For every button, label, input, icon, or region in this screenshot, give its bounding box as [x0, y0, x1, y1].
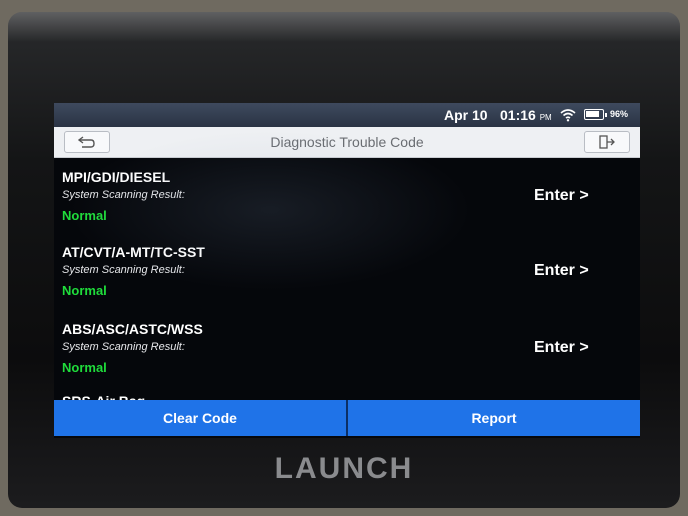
system-row-mpi[interactable]: MPI/GDI/DIESEL System Scanning Result: N…	[54, 157, 640, 232]
battery-fill	[586, 111, 599, 117]
clear-code-button[interactable]: Clear Code	[54, 400, 346, 436]
enter-button[interactable]: Enter >	[534, 262, 589, 280]
system-name: MPI/GDI/DIESEL	[62, 169, 171, 185]
system-row-abs[interactable]: ABS/ASC/ASTC/WSS System Scanning Result:…	[54, 309, 640, 384]
status-date: Apr 10	[444, 107, 488, 123]
enter-button[interactable]: Enter >	[534, 339, 589, 357]
battery-icon	[584, 109, 607, 120]
system-scan-label: System Scanning Result:	[62, 189, 185, 201]
enter-button[interactable]: Enter >	[534, 187, 589, 205]
title-bar: Diagnostic Trouble Code	[54, 127, 640, 158]
report-button[interactable]: Report	[348, 400, 640, 436]
bezel-shine	[8, 12, 680, 42]
exit-icon	[599, 135, 615, 149]
system-list[interactable]: MPI/GDI/DIESEL System Scanning Result: N…	[54, 157, 640, 404]
system-row-at[interactable]: AT/CVT/A-MT/TC-SST System Scanning Resul…	[54, 232, 640, 307]
status-bar: Apr 10 01:16 PM 96%	[54, 103, 640, 127]
page-title: Diagnostic Trouble Code	[270, 134, 424, 150]
exit-button[interactable]	[584, 131, 630, 153]
status-time: 01:16 PM	[500, 107, 552, 123]
system-name: ABS/ASC/ASTC/WSS	[62, 321, 203, 337]
system-status: Normal	[62, 283, 107, 298]
wifi-icon	[560, 109, 576, 122]
system-scan-label: System Scanning Result:	[62, 341, 185, 353]
device-brand-logo: LAUNCH	[274, 452, 414, 485]
system-status: Normal	[62, 208, 107, 223]
system-name: AT/CVT/A-MT/TC-SST	[62, 244, 205, 260]
system-status: Normal	[62, 360, 107, 375]
system-scan-label: System Scanning Result:	[62, 264, 185, 276]
bottom-action-bar: Clear Code Report	[54, 400, 640, 436]
status-time-value: 01:16	[500, 107, 536, 123]
device-screen: Apr 10 01:16 PM 96% Diagnostic Trouble C…	[54, 103, 640, 438]
status-battery-percent: 96%	[610, 109, 629, 119]
status-ampm: PM	[539, 113, 552, 122]
